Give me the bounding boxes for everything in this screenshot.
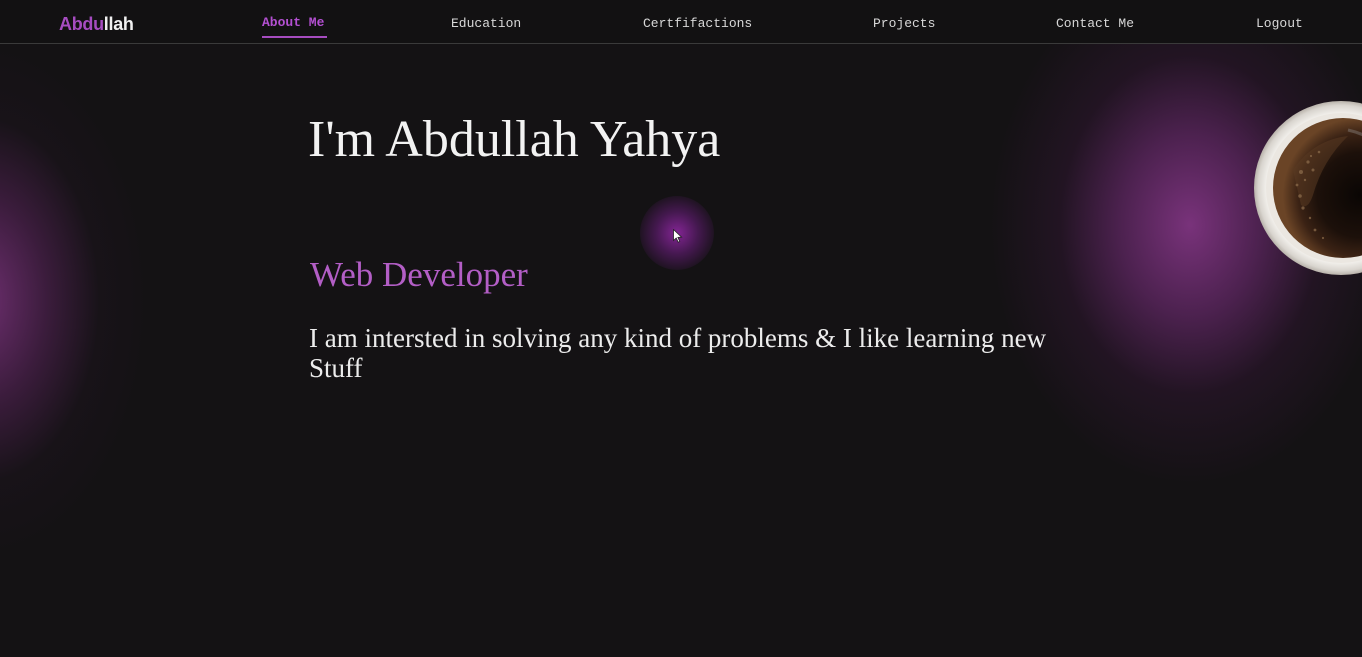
nav-projects[interactable]: Projects — [873, 16, 935, 32]
nav-about-me[interactable]: About Me — [262, 15, 324, 31]
page: Abdullah About Me Education Certfifactio… — [0, 0, 1362, 657]
nav-logout[interactable]: Logout — [1256, 16, 1303, 32]
logo-part-accent: Abdu — [59, 14, 104, 34]
hero-description: I am intersted in solving any kind of pr… — [309, 323, 1047, 383]
nav-education[interactable]: Education — [451, 16, 521, 32]
navbar: Abdullah About Me Education Certfifactio… — [0, 0, 1362, 44]
hero-subtitle: Web Developer — [310, 255, 528, 294]
nav-certifications[interactable]: Certfifactions — [643, 16, 752, 32]
logo-part-light: llah — [103, 14, 134, 34]
coffee-cup-image — [1254, 101, 1362, 275]
nav-contact-me[interactable]: Contact Me — [1056, 16, 1134, 32]
logo[interactable]: Abdullah — [59, 13, 134, 35]
mouse-cursor-icon — [673, 229, 683, 243]
hero-title: I'm Abdullah Yahya — [308, 111, 721, 168]
active-nav-underline — [262, 36, 327, 38]
